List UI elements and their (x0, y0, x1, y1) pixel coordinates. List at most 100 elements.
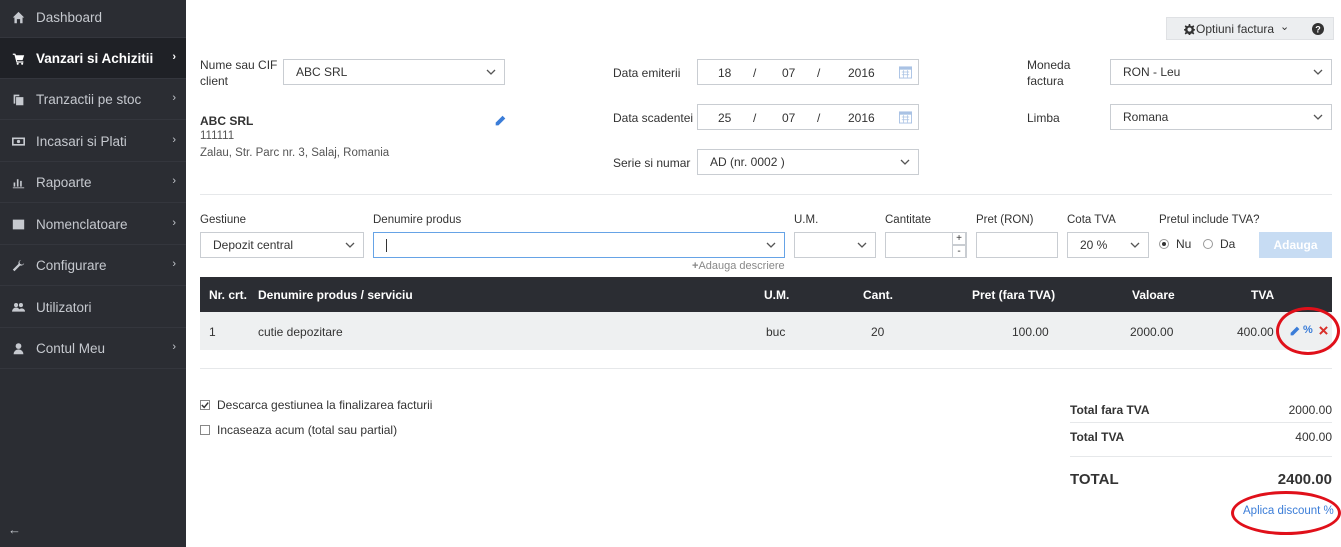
cell-cant: 20 (871, 325, 885, 339)
um-select[interactable] (794, 232, 876, 258)
series-value: AD (nr. 0002 ) (710, 155, 785, 169)
sidebar-item-label: Tranzactii pe stoc (36, 91, 142, 107)
date-separator: / (753, 66, 757, 80)
radio-nu[interactable] (1159, 239, 1169, 249)
sidebar-item-nomenclatoare[interactable]: Nomenclatoare › (0, 204, 186, 245)
collapse-sidebar-icon[interactable]: ← (8, 522, 21, 537)
table-row: 1 cutie depozitare buc 20 100.00 2000.00… (200, 312, 1332, 350)
series-select[interactable]: AD (nr. 0002 ) (697, 149, 919, 175)
cell-tva: 400.00 (1237, 325, 1274, 339)
radio-nu-label: Nu (1176, 237, 1192, 251)
client-cif: 111111 (200, 130, 235, 142)
descarca-label: Descarca gestiunea la finalizarea factur… (217, 398, 433, 412)
sidebar-item-label: Vanzari si Achizitii (36, 50, 154, 66)
sidebar-item-configurare[interactable]: Configurare › (0, 245, 186, 286)
currency-label: Moneda factura (1027, 57, 1070, 89)
divider (1070, 456, 1332, 457)
due-month: 07 (782, 111, 796, 125)
quantity-stepper[interactable]: + - (885, 232, 967, 258)
date-separator: / (817, 66, 821, 80)
col-valoare: Valoare (1132, 288, 1175, 302)
sidebar-item-dashboard[interactable]: Dashboard (0, 0, 186, 38)
total-tva-label: Total TVA (1070, 430, 1125, 444)
radio-da[interactable] (1203, 239, 1213, 249)
wrench-icon (0, 259, 36, 272)
add-button[interactable]: Adauga (1259, 232, 1332, 258)
question-circle-icon[interactable]: ? (1312, 23, 1324, 35)
issue-date-input[interactable]: 18 / 07 / 2016 (697, 59, 919, 85)
home-icon (0, 11, 36, 24)
total-fara-tva-value: 2000.00 (1288, 403, 1332, 417)
sidebar-item-contul-meu[interactable]: Contul Meu › (0, 328, 186, 369)
gestiune-label: Gestiune (200, 214, 247, 226)
calendar-icon[interactable] (899, 110, 912, 124)
increment-button[interactable]: + (952, 232, 966, 245)
svg-text:?: ? (1315, 24, 1321, 34)
incaseaza-label: Incaseaza acum (total sau partial) (217, 423, 398, 437)
date-separator: / (817, 111, 821, 125)
chevron-down-icon (345, 239, 355, 249)
currency-select[interactable]: RON - Leu (1110, 59, 1332, 85)
calendar-icon[interactable] (899, 65, 912, 79)
price-input[interactable] (976, 232, 1058, 258)
chevron-down-icon (1313, 111, 1323, 121)
sidebar-item-tranzactii[interactable]: Tranzactii pe stoc › (0, 79, 186, 120)
decrement-button[interactable]: - (952, 245, 966, 258)
chevron-right-icon: › (172, 134, 176, 146)
quantity-label: Cantitate (885, 214, 932, 226)
checkbox-incaseaza[interactable] (200, 425, 210, 435)
chevron-right-icon: › (172, 175, 176, 187)
sidebar-item-incasari[interactable]: Incasari si Plati › (0, 121, 186, 162)
invoice-options-label: Optiuni factura (1196, 22, 1275, 36)
due-day: 25 (718, 111, 732, 125)
chevron-right-icon: › (172, 258, 176, 270)
sidebar-item-utilizatori[interactable]: Utilizatori (0, 287, 186, 328)
sidebar-item-label: Rapoarte (36, 174, 92, 190)
add-description-link[interactable]: +Adauga descriere (692, 260, 785, 272)
client-label: Nume sau CIF client (200, 57, 277, 89)
product-name-input[interactable] (373, 232, 785, 258)
checkbox-descarca[interactable] (200, 400, 210, 410)
price-label: Pret (RON) (976, 214, 1034, 226)
date-separator: / (753, 111, 757, 125)
chevron-right-icon: › (172, 51, 176, 63)
cell-denumire: cutie depozitare (258, 325, 343, 339)
radio-da-label: Da (1220, 237, 1236, 251)
due-date-input[interactable]: 25 / 07 / 2016 (697, 104, 919, 130)
list-icon (0, 218, 36, 231)
money-icon (0, 135, 36, 148)
series-label: Serie si numar (613, 156, 691, 170)
due-date-label: Data scadentei (613, 111, 694, 125)
pencil-icon[interactable] (495, 115, 506, 126)
col-cant: Cant. (863, 288, 893, 302)
divider (200, 368, 1332, 369)
sidebar-item-label: Nomenclatoare (36, 216, 128, 232)
chevron-down-icon (857, 239, 867, 249)
sidebar-item-vanzari[interactable]: Vanzari si Achizitii › (0, 38, 186, 79)
vat-rate-label: Cota TVA (1067, 214, 1116, 226)
total-value: 2400.00 (1277, 471, 1332, 488)
vat-rate-value: 20 % (1080, 238, 1108, 252)
due-year: 2016 (848, 111, 875, 125)
total-tva-value: 400.00 (1295, 430, 1332, 444)
cell-pret: 100.00 (1012, 325, 1049, 339)
chevron-right-icon: › (172, 217, 176, 229)
sidebar-item-label: Utilizatori (36, 299, 92, 315)
divider (200, 194, 1332, 195)
items-table-header: Nr. crt. Denumire produs / serviciu U.M.… (200, 277, 1332, 312)
client-name: ABC SRL (200, 114, 254, 128)
issue-month: 07 (782, 66, 796, 80)
vat-rate-select[interactable]: 20 % (1067, 232, 1149, 258)
price-includes-vat-label: Pretul include TVA? (1159, 214, 1260, 226)
gestiune-select[interactable]: Depozit central (200, 232, 364, 258)
user-icon (0, 342, 36, 355)
language-select[interactable]: Romana (1110, 104, 1332, 130)
client-select[interactable]: ABC SRL (283, 59, 505, 85)
invoice-options-button[interactable]: Optiuni factura ⌄ ? (1166, 17, 1334, 40)
sidebar-item-rapoarte[interactable]: Rapoarte › (0, 162, 186, 203)
chevron-down-icon (1130, 239, 1140, 249)
total-fara-tva-label: Total fara TVA (1070, 403, 1150, 417)
text-cursor (386, 238, 387, 252)
chevron-right-icon: › (172, 92, 176, 104)
client-label-line1: Nume sau CIF (200, 58, 278, 72)
